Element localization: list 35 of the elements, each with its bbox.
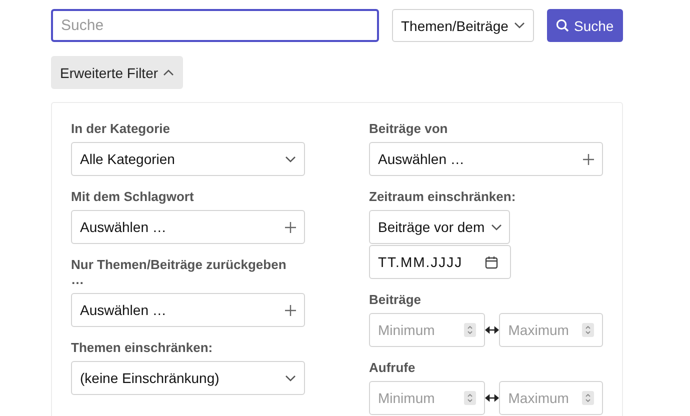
date-field[interactable]: TT.MM.JJJJ	[369, 245, 511, 279]
select-field[interactable]: Beiträge vor dem	[369, 210, 510, 244]
scope-select[interactable]: Themen/Beiträge	[392, 9, 534, 42]
double-arrow-icon	[485, 326, 500, 334]
calendar-icon	[485, 256, 498, 268]
select-field[interactable]: Auswählen …	[71, 210, 305, 244]
spinner-icon[interactable]	[582, 391, 594, 405]
filter-label: Themen einschränken:	[71, 340, 214, 355]
spinner-icon[interactable]	[464, 323, 476, 337]
search-field[interactable]: Suche	[51, 9, 379, 42]
select-field[interactable]: Auswählen …	[71, 293, 305, 327]
chevron-down-icon	[514, 22, 526, 29]
search-icon	[556, 19, 569, 32]
plus-icon	[285, 222, 296, 232]
select-field[interactable]: (keine Einschränkung)	[71, 361, 305, 395]
spinner-icon[interactable]	[464, 391, 476, 405]
filter-label: Mit dem Schlagwort	[71, 189, 195, 204]
chevron-down-icon	[285, 374, 296, 382]
filter-label: Beiträge	[369, 292, 422, 307]
select-field[interactable]: Auswählen …	[369, 142, 603, 176]
filter-label: Nur Themen/Beiträge zurückgeben …	[71, 257, 288, 287]
filter-label: In der Kategorie	[71, 121, 171, 136]
double-arrow-icon	[485, 394, 500, 402]
plus-icon	[285, 304, 296, 316]
select-field[interactable]: Alle Kategorien	[71, 142, 305, 176]
chevron-up-icon	[163, 69, 174, 76]
filter-label: Aufrufe	[369, 360, 416, 375]
filter-label: Zeitraum einschränken:	[369, 189, 517, 204]
plus-icon	[583, 154, 594, 164]
chevron-down-icon	[490, 224, 502, 230]
advanced-filter-toggle[interactable]: Erweiterte Filter	[51, 56, 184, 89]
chevron-down-icon	[285, 156, 296, 162]
filter-label: Beiträge von	[369, 121, 449, 136]
search-button[interactable]: Suche	[547, 9, 623, 42]
spinner-icon[interactable]	[582, 323, 594, 337]
